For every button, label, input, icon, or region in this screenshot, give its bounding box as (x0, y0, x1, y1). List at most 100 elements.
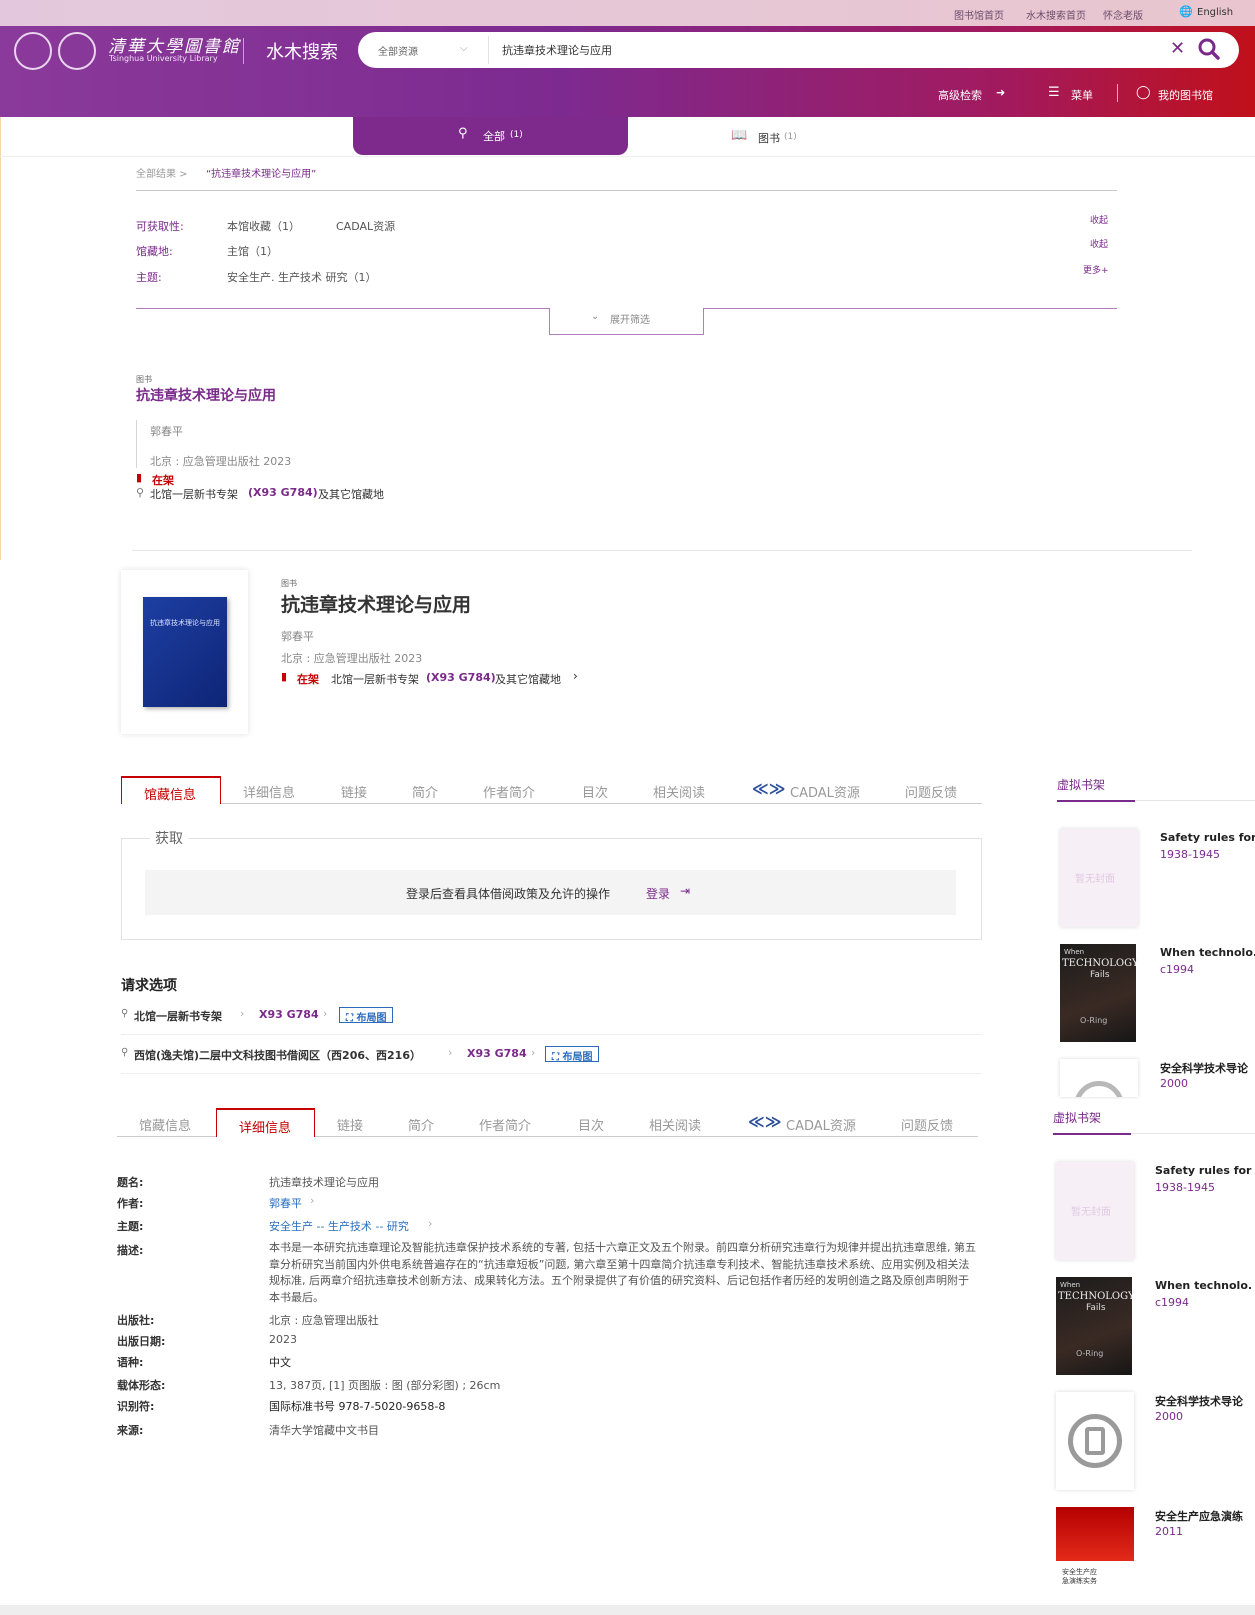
shelf-cover-3[interactable] (1056, 1392, 1134, 1490)
detail-publisher-label: 出版社: (117, 1314, 155, 1327)
tab-holdings-2[interactable]: 馆藏信息 (139, 1115, 191, 1134)
virtual-shelf-title: 虚拟书架 (1057, 778, 1106, 792)
book-cover-title: 抗违章技术理论与应用 (150, 619, 220, 627)
tab-toc[interactable]: 目次 (582, 782, 608, 801)
shelf-item-name-1[interactable]: Safety rules for (1155, 1164, 1251, 1177)
search-home-link[interactable]: 水木搜索首页 (1026, 7, 1086, 22)
tab-books-count: (1) (784, 132, 797, 142)
floor-map-button-2[interactable]: ⛶ 布局图 (545, 1046, 600, 1063)
english-link[interactable]: English (1197, 7, 1233, 18)
detail-call-number[interactable]: (X93 G784) (426, 671, 496, 684)
shelf-item-name-1[interactable]: Safety rules for (1160, 831, 1255, 844)
search-icon[interactable] (1196, 36, 1222, 62)
site-title[interactable]: 水木搜索 (266, 38, 338, 64)
tab-related-2[interactable]: 相关阅读 (649, 1115, 701, 1134)
tab-links[interactable]: 链接 (341, 782, 367, 801)
page-root: 图书馆首页 水木搜索首页 怀念老版 🌐 English 清華大學圖書館 Tsin… (0, 0, 1255, 1615)
menu-icon[interactable]: ☰ (1048, 85, 1060, 100)
shelf-item-year-1: 1938-1945 (1160, 848, 1220, 861)
shelf-cover-3[interactable] (1060, 1059, 1138, 1097)
tab-author-intro[interactable]: 作者简介 (483, 782, 535, 801)
chevron-down-icon[interactable]: ⌵ (460, 43, 468, 54)
my-library-link[interactable]: 我的图书馆 (1158, 87, 1213, 103)
shelf-item-name-4[interactable]: 安全生产应急演练 (1155, 1508, 1243, 1524)
menu-link[interactable]: 菜单 (1071, 87, 1093, 103)
no-cover-label: 暂无封面 (1071, 1207, 1111, 1218)
breadcrumb-divider (136, 190, 1117, 191)
result-location[interactable]: 北馆一层新书专架 (150, 486, 238, 502)
shelf-item-name-2[interactable]: When technolo. (1155, 1279, 1252, 1292)
tab-books-label[interactable]: 图书 (758, 130, 780, 146)
shelf-item-name-2[interactable]: When technolo. (1160, 946, 1255, 959)
search-scope-select[interactable]: 全部资源 (378, 43, 418, 58)
tab-holdings[interactable]: 馆藏信息 (144, 784, 196, 803)
shelf-item-year-3: 2000 (1155, 1410, 1183, 1423)
arrow-right-circle-icon[interactable]: ➜ (996, 86, 1005, 99)
old-version-link[interactable]: 怀念老版 (1103, 7, 1143, 22)
map-icon: ⛶ (346, 1013, 357, 1024)
tab-links-2[interactable]: 链接 (337, 1115, 363, 1134)
tab-intro-2[interactable]: 简介 (408, 1115, 434, 1134)
chevron-right-icon[interactable]: › (573, 669, 578, 683)
chevron-right-icon: › (310, 1194, 315, 1207)
university-seal-icon (14, 32, 52, 70)
chevron-right-icon: › (448, 1046, 453, 1059)
result-type: 图书 (136, 375, 152, 384)
facet-availability-cadal[interactable]: CADAL资源 (336, 218, 395, 234)
virtual-shelf-underline (1053, 1133, 1131, 1135)
library-home-link[interactable]: 图书馆首页 (954, 7, 1004, 22)
shelf-item-name-3[interactable]: 安全科学技术导论 (1155, 1393, 1243, 1409)
advanced-search-link[interactable]: 高级检索 (938, 87, 982, 103)
tab-intro[interactable]: 简介 (412, 782, 438, 801)
login-link[interactable]: 登录 (646, 885, 670, 902)
tab-details-2[interactable]: 详细信息 (239, 1117, 291, 1136)
book-status-icon: ▮ (281, 670, 288, 683)
shelf-item-name-3[interactable]: 安全科学技术导论 (1160, 1060, 1248, 1076)
shelf-cover-2-text: O-Ring (1076, 1349, 1104, 1358)
user-icon[interactable]: ◯ (1136, 85, 1151, 100)
tab-feedback-2[interactable]: 问题反馈 (901, 1115, 953, 1134)
close-icon[interactable]: ✕ (1170, 38, 1185, 59)
search-box (358, 32, 1239, 68)
detail-location[interactable]: 北馆一层新书专架 (331, 671, 419, 687)
result-meta-bar (136, 420, 137, 468)
detail-title-label: 题名: (117, 1176, 144, 1189)
book-cover[interactable] (143, 597, 227, 707)
result-location-suffix[interactable]: 及其它馆藏地 (318, 486, 384, 502)
search-input[interactable]: 抗违章技术理论与应用 (502, 42, 612, 58)
facet-collapse-location[interactable]: 收起 (1090, 237, 1108, 250)
tab-all-label[interactable]: 全部 (483, 128, 505, 144)
breadcrumb-root[interactable]: 全部结果 > (136, 165, 188, 180)
chevron-right-icon: › (531, 1046, 536, 1059)
login-icon[interactable]: ⇥ (680, 884, 690, 898)
detail-location-suffix[interactable]: 及其它馆藏地 (495, 671, 561, 687)
detail-description: 本书是一本研究抗违章理论及智能抗违章保护技术系统的专著, 包括十六章正文及五个附… (269, 1241, 976, 1304)
expand-filter-label[interactable]: 展开筛选 (610, 311, 650, 326)
tab-cadal-2[interactable]: CADAL资源 (786, 1115, 856, 1134)
shelf-item-year-4: 2011 (1155, 1525, 1183, 1538)
facet-location-label: 馆藏地: (136, 245, 173, 258)
result-call-number[interactable]: (X93 G784) (248, 486, 318, 499)
tab-author-intro-2[interactable]: 作者简介 (479, 1115, 531, 1134)
request-call-2[interactable]: X93 G784 (467, 1047, 527, 1060)
facet-subject-value[interactable]: 安全生产. 生产技术 研究（1） (227, 269, 377, 285)
tab-feedback[interactable]: 问题反馈 (905, 782, 957, 801)
shelf-cover-4[interactable] (1056, 1507, 1134, 1605)
facet-availability-local[interactable]: 本馆收藏（1） (227, 218, 300, 234)
result-title[interactable]: 抗违章技术理论与应用 (136, 385, 276, 405)
tab-cadal[interactable]: CADAL资源 (790, 782, 860, 801)
detail-publisher-value: 北京 : 应急管理出版社 (269, 1314, 379, 1327)
tab-toc-2[interactable]: 目次 (578, 1115, 604, 1134)
facet-location-value[interactable]: 主馆（1） (227, 243, 278, 259)
detail-author-link[interactable]: 郭春平 (269, 1195, 302, 1211)
cadal-logo-icon: ≪≫ (748, 1112, 782, 1131)
facet-more[interactable]: 更多+ (1083, 263, 1109, 276)
tab-details[interactable]: 详细信息 (243, 782, 295, 801)
detail-subject-link[interactable]: 安全生产 -- 生产技术 -- 研究 (269, 1218, 409, 1234)
floor-map-label-1: 布局图 (356, 1013, 387, 1024)
floor-map-button-1[interactable]: ⛶ 布局图 (339, 1007, 394, 1024)
request-call-1[interactable]: X93 G784 (259, 1008, 319, 1021)
tab-related[interactable]: 相关阅读 (653, 782, 705, 801)
facet-subject-label: 主题: (136, 271, 162, 284)
facet-collapse-availability[interactable]: 收起 (1090, 213, 1108, 226)
